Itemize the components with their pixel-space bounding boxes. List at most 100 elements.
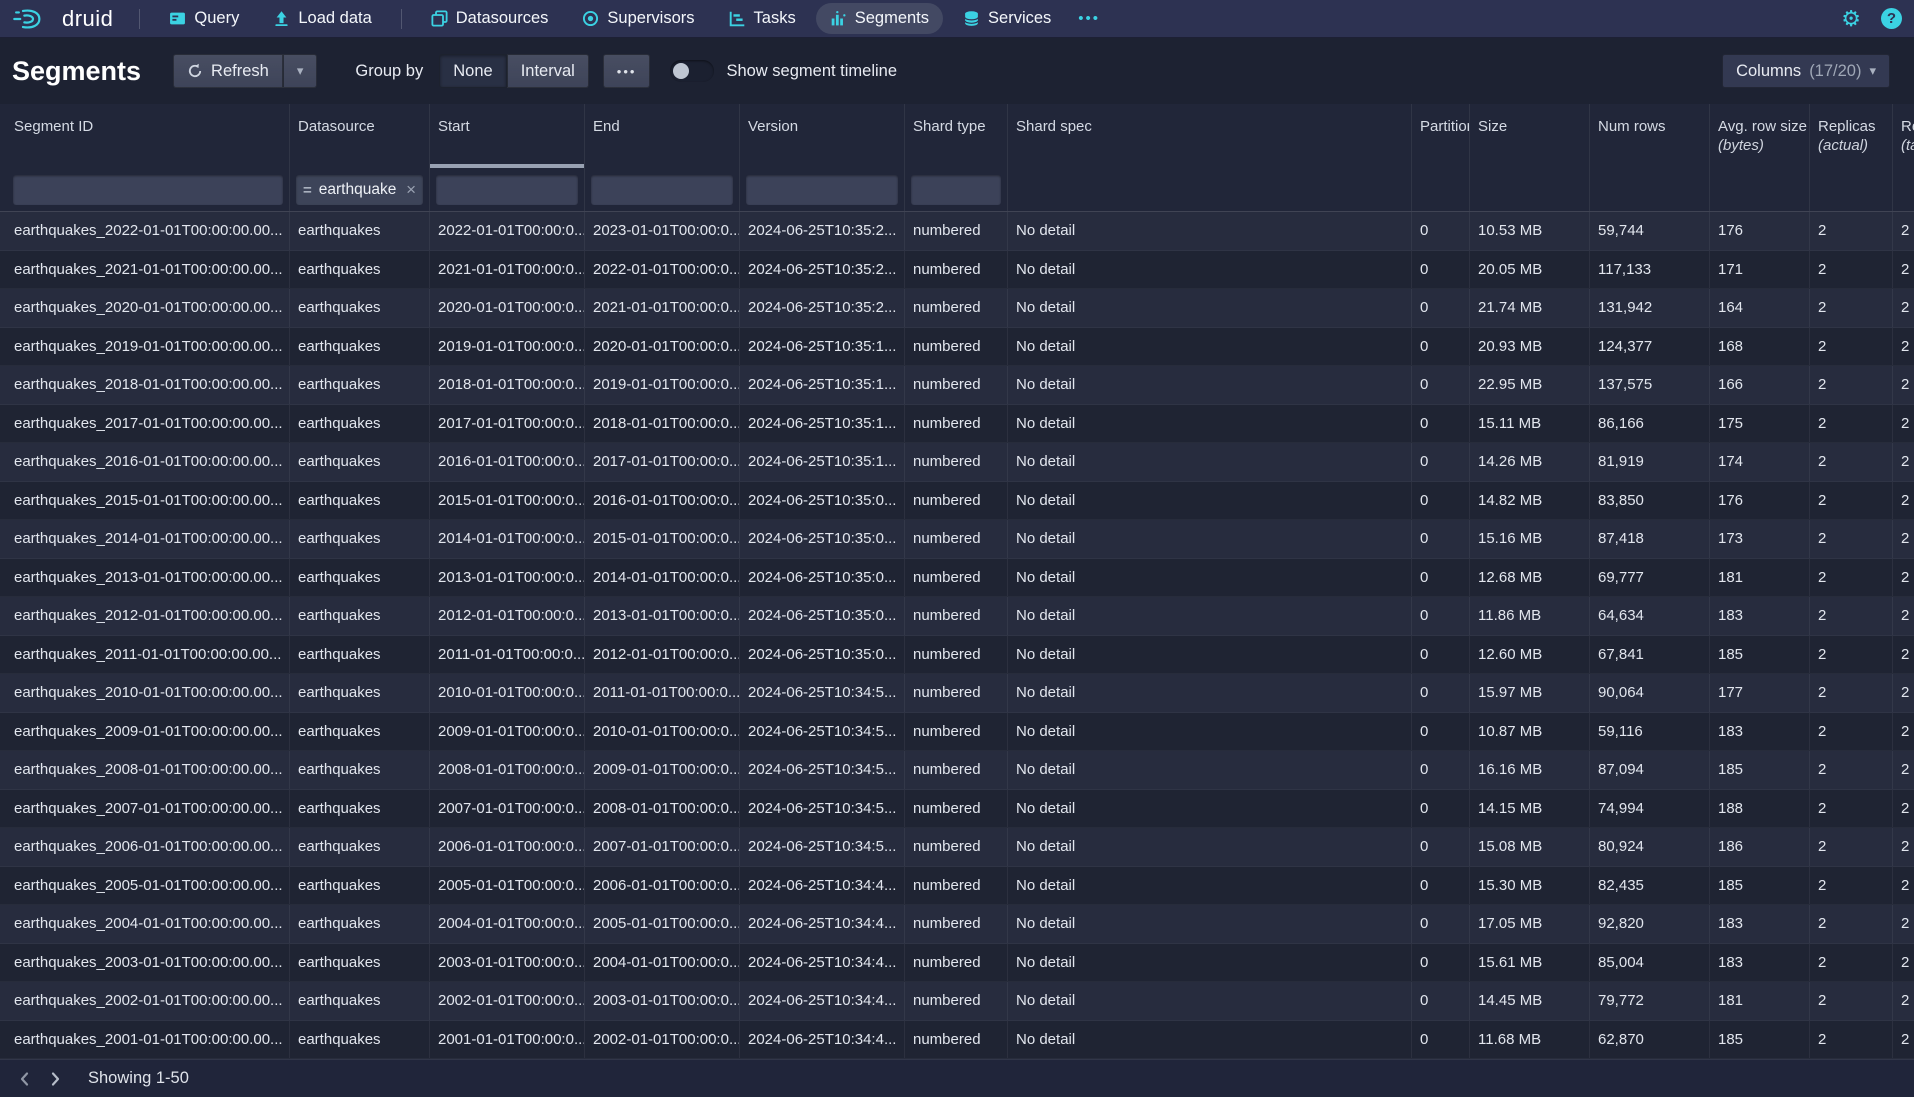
datasource-filter-chip[interactable]: =earthquake× xyxy=(296,175,423,205)
refresh-icon xyxy=(187,63,203,79)
gear-icon[interactable]: ⚙ xyxy=(1841,8,1861,30)
table-row[interactable]: earthquakes_2020-01-01T00:00:00.00...ear… xyxy=(0,289,1914,328)
table-row[interactable]: earthquakes_2006-01-01T00:00:00.00...ear… xyxy=(0,828,1914,867)
table-row[interactable]: earthquakes_2019-01-01T00:00:00.00...ear… xyxy=(0,328,1914,367)
next-page-button[interactable] xyxy=(40,1064,70,1094)
cell-datasource: earthquakes xyxy=(290,366,430,404)
table-row[interactable]: earthquakes_2013-01-01T00:00:00.00...ear… xyxy=(0,559,1914,598)
cell-shard_type: numbered xyxy=(905,751,1008,789)
cell-partition: 0 xyxy=(1412,212,1470,250)
nav-item-load-data[interactable]: Load data xyxy=(259,3,385,34)
filter-input-version[interactable] xyxy=(746,175,898,205)
cell-start: 2012-01-01T00:00:0... xyxy=(430,597,585,635)
help-icon[interactable]: ? xyxy=(1881,8,1902,29)
filter-cell-replication_factor xyxy=(1893,168,1914,211)
cell-datasource: earthquakes xyxy=(290,636,430,674)
column-header-avg_row_size[interactable]: Avg. row size(bytes) xyxy=(1710,104,1810,168)
column-header-start[interactable]: Start xyxy=(430,104,585,168)
cell-start: 2014-01-01T00:00:0... xyxy=(430,520,585,558)
column-header-partition[interactable]: Partition xyxy=(1412,104,1470,168)
column-header-shard_type[interactable]: Shard type xyxy=(905,104,1008,168)
table-row[interactable]: earthquakes_2010-01-01T00:00:00.00...ear… xyxy=(0,674,1914,713)
caret-down-icon: ▾ xyxy=(297,63,304,79)
cell-avg_row_size: 174 xyxy=(1710,443,1810,481)
cell-datasource: earthquakes xyxy=(290,751,430,789)
nav-item-services[interactable]: Services xyxy=(949,3,1065,34)
cell-size: 11.68 MB xyxy=(1470,1021,1590,1059)
table-row[interactable]: earthquakes_2014-01-01T00:00:00.00...ear… xyxy=(0,520,1914,559)
cell-datasource: earthquakes xyxy=(290,597,430,635)
column-header-replication_factor[interactable]: Replication factor(target) xyxy=(1893,104,1914,168)
column-header-label: Shard spec xyxy=(1016,117,1403,136)
cell-datasource: earthquakes xyxy=(290,482,430,520)
prev-page-button[interactable] xyxy=(10,1064,40,1094)
table-row[interactable]: earthquakes_2004-01-01T00:00:00.00...ear… xyxy=(0,905,1914,944)
table-row[interactable]: earthquakes_2008-01-01T00:00:00.00...ear… xyxy=(0,751,1914,790)
remove-filter-icon[interactable]: × xyxy=(406,180,416,200)
table-row[interactable]: earthquakes_2011-01-01T00:00:00.00...ear… xyxy=(0,636,1914,675)
nav-more-button[interactable]: ••• xyxy=(1068,4,1110,33)
cell-shard_spec: No detail xyxy=(1008,289,1412,327)
cell-size: 10.87 MB xyxy=(1470,713,1590,751)
table-row[interactable]: earthquakes_2001-01-01T00:00:00.00...ear… xyxy=(0,1021,1914,1060)
columns-button[interactable]: Columns (17/20) ▾ xyxy=(1722,54,1890,88)
cell-shard_spec: No detail xyxy=(1008,867,1412,905)
filter-input-end[interactable] xyxy=(591,175,733,205)
column-header-replicas[interactable]: Replicas(actual) xyxy=(1810,104,1893,168)
group-by-option-interval[interactable]: Interval xyxy=(507,54,589,88)
filter-input-segment_id[interactable] xyxy=(13,175,283,205)
column-header-num_rows[interactable]: Num rows xyxy=(1590,104,1710,168)
cell-avg_row_size: 185 xyxy=(1710,751,1810,789)
cell-replicas: 2 xyxy=(1810,520,1893,558)
filter-input-shard_type[interactable] xyxy=(911,175,1001,205)
cell-size: 20.05 MB xyxy=(1470,251,1590,289)
table-row[interactable]: earthquakes_2015-01-01T00:00:00.00...ear… xyxy=(0,482,1914,521)
table-row[interactable]: earthquakes_2021-01-01T00:00:00.00...ear… xyxy=(0,251,1914,290)
column-header-shard_spec[interactable]: Shard spec xyxy=(1008,104,1412,168)
column-header-datasource[interactable]: Datasource xyxy=(290,104,430,168)
cell-version: 2024-06-25T10:34:4... xyxy=(740,1021,905,1059)
nav-item-datasources[interactable]: Datasources xyxy=(417,3,563,34)
table-row[interactable]: earthquakes_2007-01-01T00:00:00.00...ear… xyxy=(0,790,1914,829)
table-row[interactable]: earthquakes_2009-01-01T00:00:00.00...ear… xyxy=(0,713,1914,752)
column-header-end[interactable]: End xyxy=(585,104,740,168)
table-row[interactable]: earthquakes_2005-01-01T00:00:00.00...ear… xyxy=(0,867,1914,906)
cell-shard_type: numbered xyxy=(905,1021,1008,1059)
druid-logo[interactable]: druid xyxy=(12,6,113,32)
refresh-button-label: Refresh xyxy=(211,62,269,81)
cell-size: 11.86 MB xyxy=(1470,597,1590,635)
page-title: Segments xyxy=(12,56,141,87)
column-header-segment_id[interactable]: Segment ID xyxy=(0,104,290,168)
cell-avg_row_size: 185 xyxy=(1710,636,1810,674)
equals-operator-icon: = xyxy=(303,182,312,199)
table-row[interactable]: earthquakes_2017-01-01T00:00:00.00...ear… xyxy=(0,405,1914,444)
nav-item-tasks[interactable]: Tasks xyxy=(715,3,810,34)
cell-replication_factor: 2 xyxy=(1893,828,1914,866)
table-row[interactable]: earthquakes_2018-01-01T00:00:00.00...ear… xyxy=(0,366,1914,405)
cell-shard_type: numbered xyxy=(905,944,1008,982)
table-row[interactable]: earthquakes_2012-01-01T00:00:00.00...ear… xyxy=(0,597,1914,636)
nav-item-segments[interactable]: Segments xyxy=(816,3,943,34)
nav-item-label: Supervisors xyxy=(607,9,694,28)
more-options-button[interactable]: ••• xyxy=(603,54,651,88)
nav-item-query[interactable]: Query xyxy=(155,3,253,34)
segment-timeline-toggle[interactable] xyxy=(670,60,714,82)
table-row[interactable]: earthquakes_2016-01-01T00:00:00.00...ear… xyxy=(0,443,1914,482)
cell-replication_factor: 2 xyxy=(1893,790,1914,828)
nav-item-supervisors[interactable]: Supervisors xyxy=(568,3,708,34)
column-header-size[interactable]: Size xyxy=(1470,104,1590,168)
filter-input-start[interactable] xyxy=(436,175,578,205)
table-row[interactable]: earthquakes_2003-01-01T00:00:00.00...ear… xyxy=(0,944,1914,983)
table-row[interactable]: earthquakes_2002-01-01T00:00:00.00...ear… xyxy=(0,982,1914,1021)
cell-replication_factor: 2 xyxy=(1893,713,1914,751)
cell-datasource: earthquakes xyxy=(290,867,430,905)
cell-end: 2015-01-01T00:00:0... xyxy=(585,520,740,558)
cell-segment_id: earthquakes_2011-01-01T00:00:00.00... xyxy=(0,636,290,674)
refresh-button[interactable]: Refresh xyxy=(173,54,283,88)
group-by-option-none[interactable]: None xyxy=(439,54,506,88)
column-header-version[interactable]: Version xyxy=(740,104,905,168)
cell-version: 2024-06-25T10:35:0... xyxy=(740,559,905,597)
refresh-dropdown-button[interactable]: ▾ xyxy=(283,54,318,88)
table-row[interactable]: earthquakes_2022-01-01T00:00:00.00...ear… xyxy=(0,212,1914,251)
cell-shard_type: numbered xyxy=(905,405,1008,443)
